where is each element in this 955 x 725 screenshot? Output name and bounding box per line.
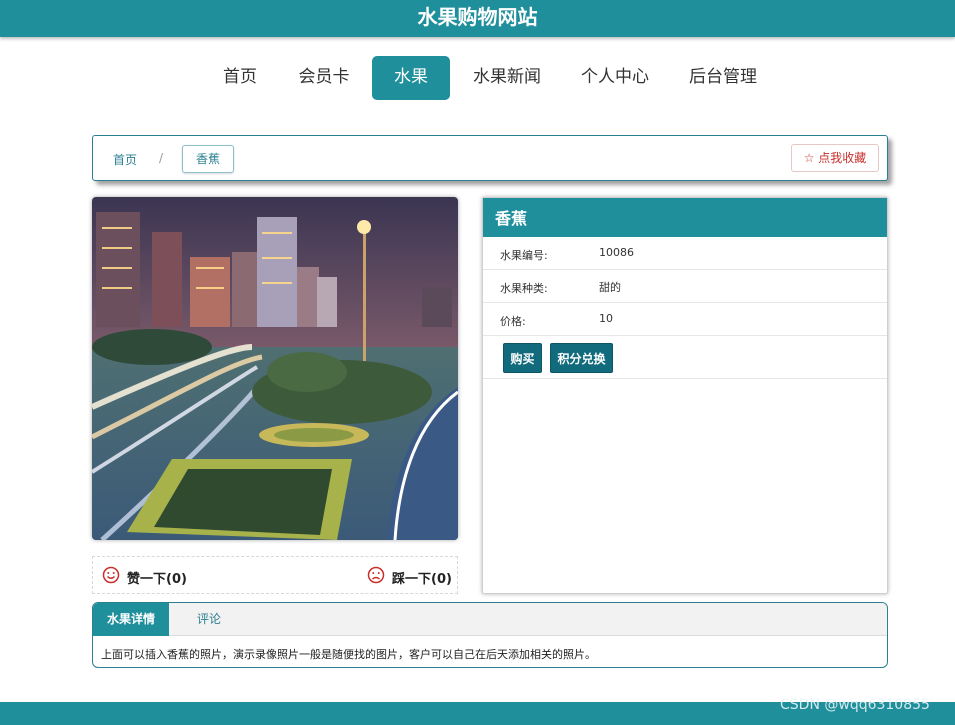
info-value: 10086: [599, 246, 634, 259]
info-key: 水果编号:: [500, 249, 548, 262]
nav-item-fruit-news[interactable]: 水果新闻: [465, 56, 549, 100]
like-label: 赞一下(0): [127, 572, 187, 587]
nav-item-fruit[interactable]: 水果: [372, 56, 450, 100]
info-row-price: 价格: 10: [483, 303, 887, 336]
sad-face-icon: [367, 566, 385, 584]
like-button[interactable]: 赞一下(0): [102, 566, 212, 587]
vote-box: 赞一下(0) 踩一下(0): [92, 556, 458, 594]
tab-fruit-details[interactable]: 水果详情: [93, 603, 169, 636]
favorite-button[interactable]: ☆ 点我收藏: [791, 144, 879, 172]
tab-comments[interactable]: 评论: [169, 603, 249, 636]
breadcrumb-home-link[interactable]: 首页: [113, 151, 137, 168]
product-info-panel: 香蕉 水果编号: 10086 水果种类: 甜的 价格: 10 购买 积分兑换: [482, 197, 888, 594]
site-title: 水果购物网站: [417, 5, 538, 29]
nav-item-admin[interactable]: 后台管理: [681, 56, 765, 100]
product-name: 香蕉: [483, 198, 887, 237]
favorite-button-label: 点我收藏: [818, 151, 867, 165]
dislike-button[interactable]: 踩一下(0): [367, 566, 457, 587]
info-key: 水果种类:: [500, 282, 548, 295]
star-outline-icon: ☆: [803, 151, 815, 165]
breadcrumb-bar: 首页 / 香蕉 ☆ 点我收藏: [92, 135, 888, 181]
smiley-icon: [102, 566, 120, 584]
nav-item-member-card[interactable]: 会员卡: [290, 56, 358, 100]
info-actions: 购买 积分兑换: [483, 336, 887, 379]
breadcrumb-separator: /: [159, 151, 164, 165]
nav-item-personal-center[interactable]: 个人中心: [573, 56, 657, 100]
watermark: CSDN @wqq6310855: [780, 697, 930, 713]
main-nav: 首页 会员卡 水果 水果新闻 个人中心 后台管理: [0, 56, 955, 100]
site-header: 水果购物网站: [0, 0, 955, 37]
info-row-number: 水果编号: 10086: [483, 237, 887, 270]
tab-strip: 水果详情 评论: [93, 603, 887, 636]
product-photo: [92, 197, 458, 540]
dislike-label: 踩一下(0): [392, 572, 452, 587]
breadcrumb-current: 香蕉: [182, 145, 234, 173]
redeem-points-button[interactable]: 积分兑换: [550, 343, 613, 373]
info-value: 10: [599, 312, 613, 325]
info-value: 甜的: [599, 281, 621, 294]
info-row-type: 水果种类: 甜的: [483, 270, 887, 303]
nav-item-home[interactable]: 首页: [214, 56, 266, 100]
info-key: 价格:: [500, 315, 526, 328]
tab-content-text: 上面可以插入香蕉的照片，演示录像照片一般是随便找的图片，客户可以自己在后天添加相…: [101, 648, 596, 661]
detail-tabs: 水果详情 评论 上面可以插入香蕉的照片，演示录像照片一般是随便找的图片，客户可以…: [92, 602, 888, 668]
buy-button[interactable]: 购买: [503, 343, 542, 373]
